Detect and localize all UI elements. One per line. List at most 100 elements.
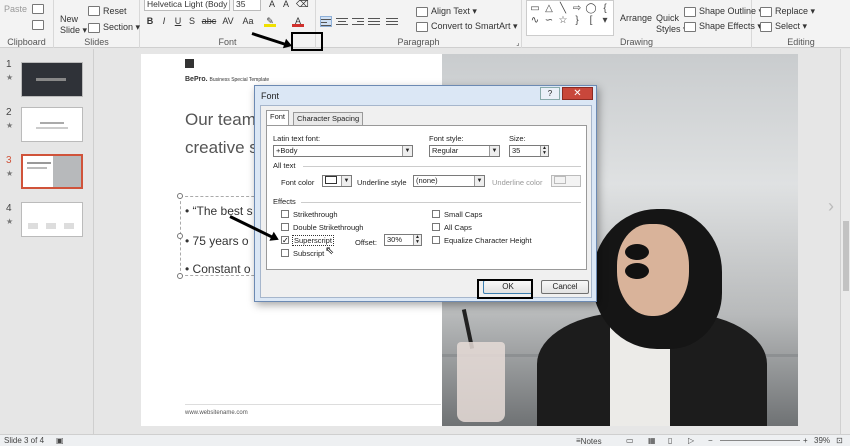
shadow-button[interactable]: S (186, 15, 198, 27)
shape-triangle-icon[interactable]: △ (543, 3, 555, 14)
spellcheck-icon[interactable]: ▣ (56, 436, 64, 445)
bold-button[interactable]: B (144, 15, 156, 27)
bullet-2[interactable]: • 75 years o (185, 234, 249, 248)
close-button[interactable]: ✕ (562, 87, 593, 100)
align-right-icon[interactable] (352, 16, 364, 27)
change-case-button[interactable]: Aa (240, 15, 256, 27)
offset-label: Offset: (355, 238, 377, 247)
strikethrough-button[interactable]: abc (200, 15, 218, 27)
shape-more-icon[interactable]: ▾ (599, 15, 611, 26)
equalize-height-checkbox[interactable] (432, 236, 440, 244)
all-caps-checkbox[interactable] (432, 223, 440, 231)
offset-spin-icon[interactable]: ▲ ▼ (413, 235, 421, 245)
columns-icon[interactable] (386, 16, 398, 27)
format-painter-icon[interactable] (32, 20, 44, 30)
paste-button[interactable]: Paste (4, 4, 27, 14)
slide-thumbnail-2[interactable] (21, 107, 83, 142)
double-strikethrough-checkbox[interactable] (281, 223, 289, 231)
shape-bracket-icon[interactable]: [ (585, 15, 597, 26)
shape-brace-right-icon[interactable]: } (571, 15, 583, 26)
shape-curve-icon[interactable]: ∿ (529, 15, 541, 26)
convert-smartart-button[interactable]: Convert to SmartArt ▾ (416, 21, 518, 32)
next-slide-chevron-icon[interactable]: › (828, 196, 834, 217)
notes-button[interactable]: ≡ Notes (576, 436, 602, 446)
size-input[interactable]: 35 ▲ ▼ (509, 145, 549, 157)
help-button[interactable]: ? (540, 87, 560, 100)
quick-styles-dropdown[interactable]: Styles ▾ (656, 24, 688, 35)
italic-button[interactable]: I (158, 15, 170, 27)
char-spacing-button[interactable]: AV (220, 15, 236, 27)
vertical-scrollbar[interactable] (840, 49, 850, 434)
align-text-button[interactable]: Align Text ▾ (416, 6, 477, 17)
cut-icon[interactable] (32, 4, 44, 14)
shape-effects-button[interactable]: Shape Effects ▾ (684, 21, 762, 32)
shrink-font-icon[interactable]: A (280, 0, 292, 10)
reset-button[interactable]: Reset (88, 6, 127, 16)
highlight-color-icon[interactable]: ✎ (264, 15, 276, 27)
underline-button[interactable]: U (172, 15, 184, 27)
font-color-icon[interactable]: A (292, 15, 304, 27)
quick-styles-label: Quick (656, 13, 680, 23)
subscript-label: Subscript (293, 249, 325, 258)
grow-font-icon[interactable]: A (266, 0, 278, 10)
quick-styles-button[interactable]: Quick (656, 13, 679, 23)
normal-view-icon[interactable]: ▭ (626, 436, 634, 445)
status-bar: Slide 3 of 4 ▣ ≡ Notes ▭ ▦ ▯ ▷ − + 39% ⊡ (0, 434, 850, 446)
offset-input[interactable]: 30% ▲ ▼ (384, 234, 422, 246)
resize-handle-mid-left[interactable] (177, 233, 183, 239)
superscript-checkbox[interactable]: ✓ (281, 236, 289, 245)
font-style-select[interactable]: Regular ▼ (429, 145, 500, 157)
slideshow-icon[interactable]: ▷ (688, 436, 694, 445)
shape-oval-icon[interactable]: ◯ (585, 3, 597, 14)
arrange-button[interactable]: Arrange (620, 13, 652, 23)
latin-font-select[interactable]: +Body ▼ (273, 145, 413, 157)
replace-button[interactable]: Replace ▾ (760, 6, 815, 17)
cancel-button[interactable]: Cancel (541, 280, 589, 294)
mouse-pointer-icon: ⇖ (325, 245, 335, 257)
size-spin-icon[interactable]: ▲ ▼ (540, 146, 548, 156)
font-size-combo[interactable]: 35 (233, 0, 261, 11)
shape-arrow-icon[interactable]: ⇨ (571, 3, 583, 14)
font-color-swatch-icon (325, 176, 337, 184)
tab-character-spacing[interactable]: Character Spacing (293, 112, 364, 125)
slide-sorter-icon[interactable]: ▦ (648, 436, 656, 445)
small-caps-checkbox[interactable] (432, 210, 440, 218)
font-name-combo[interactable]: Helvetica Light (Body (144, 0, 230, 11)
clear-format-icon[interactable]: ⌫ (296, 0, 309, 10)
tab-font[interactable]: Font (266, 110, 290, 125)
fit-slide-icon[interactable]: ⊡ (836, 436, 843, 445)
scrollbar-thumb[interactable] (843, 221, 849, 291)
new-slide-button[interactable]: New (60, 14, 78, 24)
reading-view-icon[interactable]: ▯ (668, 436, 672, 445)
section-button[interactable]: Section ▾ (88, 22, 140, 33)
shape-rect-icon[interactable]: ▭ (529, 3, 541, 14)
align-left-icon[interactable] (320, 16, 332, 27)
resize-handle-top-left[interactable] (177, 193, 183, 199)
slide-thumbnail-3[interactable] (21, 154, 83, 189)
zoom-in-icon[interactable]: + (803, 436, 808, 445)
font-color-picker[interactable]: ▼ (322, 175, 352, 187)
zoom-slider[interactable] (720, 440, 800, 441)
align-center-icon[interactable] (336, 16, 348, 27)
slide-thumbnail-4[interactable] (21, 202, 83, 237)
zoom-out-icon[interactable]: − (708, 436, 713, 445)
shape-star-icon[interactable]: ☆ (557, 15, 569, 26)
select-button[interactable]: Select ▾ (760, 21, 807, 32)
subscript-checkbox[interactable] (281, 249, 289, 257)
shape-brace-icon[interactable]: { (599, 3, 611, 14)
bullet-3[interactable]: • Constant o (185, 262, 251, 276)
resize-handle-bottom-left[interactable] (177, 273, 183, 279)
justify-icon[interactable] (368, 16, 380, 27)
slide-thumbnail-1[interactable] (21, 62, 83, 97)
new-slide-dropdown[interactable]: Slide ▾ (60, 25, 87, 36)
ribbon: Paste Clipboard New Slide ▾ Reset Sectio… (0, 0, 850, 48)
strikethrough-checkbox[interactable] (281, 210, 289, 218)
zoom-level[interactable]: 39% (814, 436, 830, 445)
shape-squiggle-icon[interactable]: ∽ (543, 15, 555, 26)
shapes-gallery[interactable]: ▭ △ ╲ ⇨ ◯ { ∿ ∽ ☆ } [ ▾ (526, 0, 614, 36)
new-slide-label: New (60, 14, 79, 24)
bullet-1[interactable]: • “The best s (185, 204, 253, 218)
underline-style-select[interactable]: (none) ▼ (413, 175, 485, 187)
slide-heading[interactable]: Our team creative s (185, 106, 258, 162)
shape-line-icon[interactable]: ╲ (557, 3, 569, 14)
